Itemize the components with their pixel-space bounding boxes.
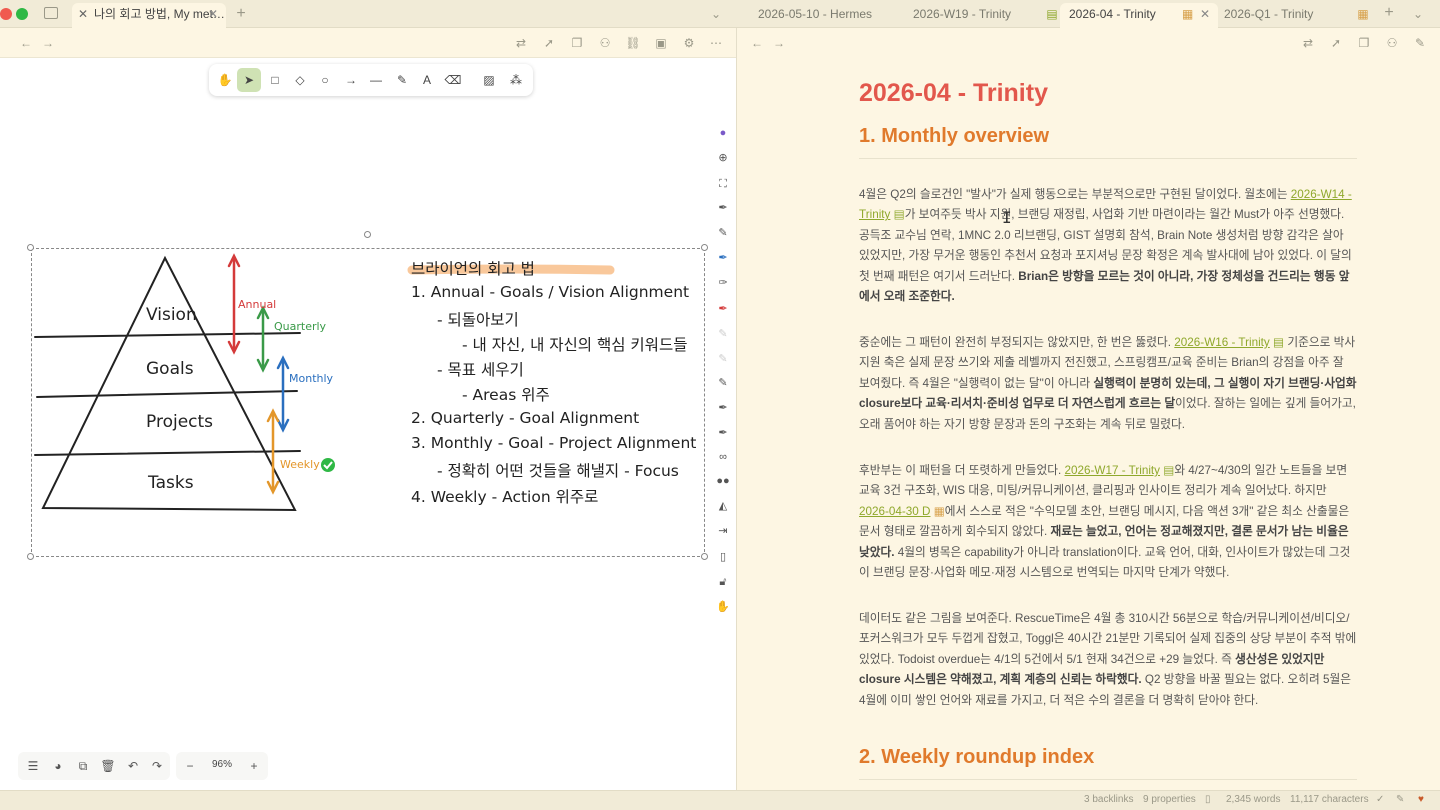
monthly-label: Monthly (289, 372, 334, 385)
notes-line: 4. Weekly - Action 위주로 (411, 488, 599, 506)
tab-list-chevron-icon[interactable]: ⌄ (1410, 7, 1426, 21)
pyramid-divider (36, 390, 298, 398)
pyramid-level-tasks: Tasks (148, 473, 194, 493)
tab-label: 2026-04 - Trinity (1069, 7, 1156, 21)
edit-icon[interactable]: ✎ (1412, 36, 1428, 50)
sync-status-icon[interactable]: ✓ (1376, 794, 1384, 805)
notes-line: 2. Quarterly - Goal Alignment (411, 409, 640, 427)
tab-hermes[interactable]: 2026-05-10 - Hermes (758, 0, 898, 28)
status-bar: 3 backlinks 9 properties ▯ 2,345 words 1… (0, 790, 1440, 810)
note-link[interactable]: 2026-W16 - Trinity (1174, 336, 1269, 349)
heading-rule (859, 779, 1357, 780)
note-icon: ▤ (1163, 464, 1175, 477)
note-icon: ▤ (1046, 7, 1058, 21)
calendar-icon: ▦ (1357, 7, 1369, 21)
character-count: 11,117 characters (1290, 794, 1369, 805)
weekly-label: Weekly (280, 458, 320, 471)
plugin-status-icon[interactable]: ♥ (1418, 794, 1424, 805)
tab-2026-04[interactable]: 2026-04 - Trinity ▦ ✕ (1060, 3, 1218, 28)
notes-line: - 되돌아보기 (437, 311, 519, 329)
quarterly-label: Quarterly (274, 320, 327, 333)
notes-title: 브라이언의 회고 법 (411, 260, 535, 278)
zoom-control: − 96% + (176, 752, 268, 780)
note-link[interactable]: 2026-04-30 D (859, 505, 930, 518)
properties-count[interactable]: 9 properties (1143, 794, 1196, 805)
backlinks-count[interactable]: 3 backlinks (1084, 794, 1133, 805)
paragraph: 데이터도 같은 그림을 보여준다. RescueTime은 4월 총 310시간… (859, 612, 1357, 707)
section-heading: 1. Monthly overview (859, 125, 1050, 147)
link-graph-icon[interactable]: ⇄ (1300, 36, 1316, 50)
canvas-actions-bar: ☰ ◕ ⧉ 🗑︎ ↶ ↷ (18, 752, 170, 780)
undo-icon[interactable]: ↶ (125, 758, 141, 774)
pyramid-level-projects: Projects (146, 412, 214, 432)
tab-label: 2026-W19 - Trinity (913, 7, 1012, 21)
tab-label: 2026-05-10 - Hermes (758, 7, 873, 21)
section-heading: 2. Weekly roundup index (859, 746, 1095, 768)
notes-line: - Areas 위주 (462, 386, 550, 404)
note-icon: ▤ (1273, 336, 1285, 349)
notes-line: 1. Annual - Goals / Vision Alignment (411, 283, 690, 301)
calendar-icon: ▦ (933, 504, 945, 518)
zoom-in-icon[interactable]: + (246, 758, 262, 774)
pyramid-divider (34, 332, 301, 338)
tab-w19[interactable]: 2026-W19 - Trinity (913, 0, 1038, 28)
note-icon: ▤ (893, 208, 905, 222)
back-arrow-icon[interactable]: ← (749, 36, 765, 50)
zoom-out-icon[interactable]: − (182, 758, 198, 774)
close-tab-icon[interactable]: ✕ (1200, 3, 1210, 26)
send-icon[interactable]: ➚ (1328, 36, 1344, 50)
pyramid-level-vision: Vision (146, 305, 197, 325)
redo-icon[interactable]: ↷ (149, 758, 165, 774)
copy-icon[interactable]: ❐ (1356, 36, 1372, 50)
heading-rule (859, 158, 1357, 159)
annual-label: Annual (238, 298, 277, 311)
trash-icon[interactable]: 🗑︎ (100, 758, 116, 774)
document-title: 2026-04 - Trinity (859, 79, 1048, 107)
calendar-icon: ▦ (1182, 7, 1194, 21)
new-tab-icon[interactable]: + (1381, 5, 1397, 21)
edit-mode-icon[interactable]: ✎ (1396, 794, 1404, 805)
tab-label: 2026-Q1 - Trinity (1224, 7, 1314, 21)
pyramid-divider (34, 450, 301, 456)
duplicate-icon[interactable]: ⧉ (75, 758, 91, 774)
note-link[interactable]: 2026-W17 - Trinity (1065, 464, 1160, 477)
pyramid-diagram (34, 253, 615, 512)
paragraph: 4월은 Q2의 슬로건인 "발사"가 실제 행동으로는 부분적으로만 구현된 달… (859, 188, 1352, 304)
pane-divider[interactable] (736, 28, 737, 790)
palette-icon[interactable]: ◕ (50, 758, 66, 774)
notes-line: - 정확히 어떤 것들을 해낼지 - Focus (437, 462, 679, 480)
word-count: 2,345 words (1226, 794, 1281, 805)
text-cursor-icon: I (1002, 208, 1012, 227)
tab-q1[interactable]: 2026-Q1 - Trinity (1224, 0, 1344, 28)
reading-icon: ▯ (1205, 794, 1211, 805)
notes-line: - 목표 세우기 (437, 361, 524, 379)
notes-line: - 내 자신, 내 자신의 핵심 키워드들 (462, 336, 688, 354)
paragraph: 중순에는 그 패턴이 완전히 부정되지는 않았지만, 한 번은 뚫렸다. 202… (859, 336, 1357, 431)
notes-line: 3. Monthly - Goal - Project Alignment (411, 434, 697, 452)
menu-icon[interactable]: ☰ (25, 758, 41, 774)
paragraph: 후반부는 이 패턴을 더 또렷하게 만들었다. 2026-W17 - Trini… (859, 464, 1351, 580)
pyramid-level-goals: Goals (146, 359, 194, 379)
forward-arrow-icon[interactable]: → (771, 36, 787, 50)
document-nav-bar: ← → ⇄ ➚ ❐ ⚇ ✎ (737, 28, 1440, 58)
zoom-level[interactable]: 96% (204, 759, 240, 770)
checkmark-icon (321, 458, 335, 472)
share-icon[interactable]: ⚇ (1384, 36, 1400, 50)
